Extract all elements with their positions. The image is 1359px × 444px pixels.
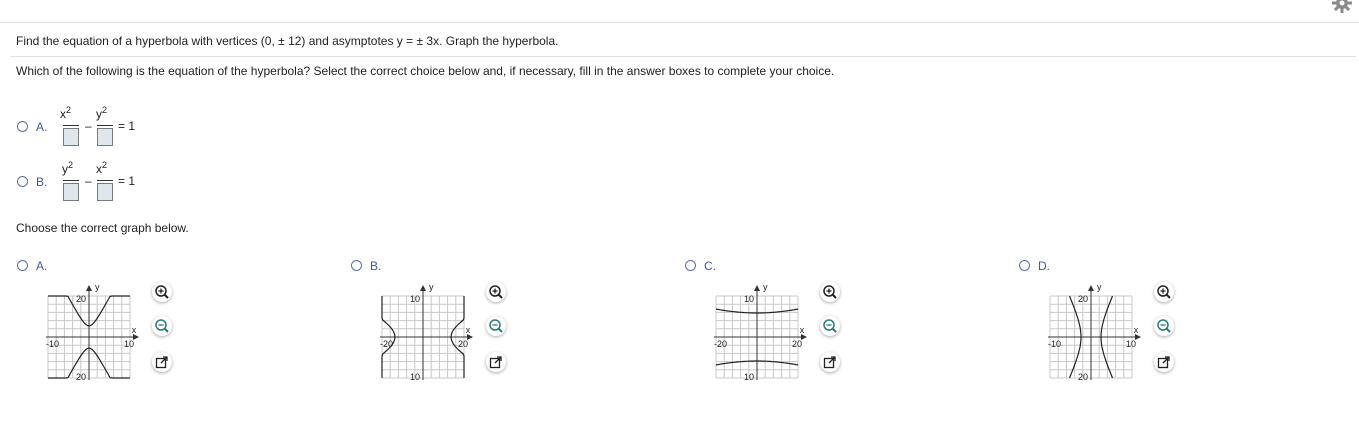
equation-choice-a-fraction-2: y2 bbox=[96, 104, 107, 121]
equals-one: = 1 bbox=[118, 119, 136, 133]
equation-choice-a-radio[interactable] bbox=[17, 121, 28, 132]
x-min-label: -10 bbox=[1048, 339, 1061, 349]
exponent: 2 bbox=[102, 105, 108, 115]
graph-choice-a-letter: A. bbox=[36, 259, 48, 273]
y-min-label: 20 bbox=[76, 372, 86, 382]
exponent: 2 bbox=[68, 160, 74, 170]
graph-choice-a-plot[interactable]: 20 20 -10 10 x y bbox=[40, 284, 152, 390]
expand-icon[interactable] bbox=[820, 352, 840, 372]
zoom-out-icon[interactable] bbox=[820, 316, 840, 336]
zoom-out-icon[interactable] bbox=[152, 316, 172, 336]
x-min-label: -20 bbox=[380, 339, 393, 349]
minus-sign: – bbox=[85, 174, 92, 188]
answer-box-b1[interactable] bbox=[63, 183, 79, 201]
y-min-label: 10 bbox=[744, 372, 754, 382]
x-min-label: -10 bbox=[46, 339, 59, 349]
question-divider bbox=[10, 56, 1356, 57]
graph-prompt: Choose the correct graph below. bbox=[16, 221, 189, 235]
y-min-label: 10 bbox=[410, 372, 420, 382]
answer-box-a1[interactable] bbox=[63, 128, 79, 146]
x-max-label: 10 bbox=[1126, 339, 1136, 349]
x-min-label: -20 bbox=[714, 339, 727, 349]
x-axis-label: x bbox=[800, 325, 805, 335]
x-max-label: 20 bbox=[458, 339, 468, 349]
x-max-label: 10 bbox=[124, 339, 134, 349]
graph-choice-d-letter: D. bbox=[1038, 259, 1050, 273]
graph-choice-c-radio[interactable] bbox=[685, 260, 696, 271]
settings-gear-icon[interactable] bbox=[1331, 0, 1353, 14]
fraction-bar bbox=[97, 125, 113, 126]
expand-icon[interactable] bbox=[152, 352, 172, 372]
y-min-label: 20 bbox=[1078, 372, 1088, 382]
x-axis-label: x bbox=[1134, 325, 1139, 335]
x-axis-label: x bbox=[132, 325, 137, 335]
y-max-label: 10 bbox=[744, 294, 754, 304]
minus-sign: – bbox=[85, 119, 92, 133]
zoom-out-icon[interactable] bbox=[486, 316, 506, 336]
zoom-in-icon[interactable] bbox=[820, 282, 840, 302]
question-text: Find the equation of a hyperbola with ve… bbox=[16, 34, 559, 48]
fraction-bar bbox=[97, 180, 113, 181]
y-axis-label: y bbox=[95, 284, 100, 292]
x-axis-label: x bbox=[466, 325, 471, 335]
exponent: 2 bbox=[102, 160, 108, 170]
fraction-bar bbox=[63, 180, 79, 181]
y-max-label: 10 bbox=[410, 294, 420, 304]
expand-icon[interactable] bbox=[1154, 352, 1174, 372]
graph-choice-b-letter: B. bbox=[370, 259, 382, 273]
zoom-in-icon[interactable] bbox=[1154, 282, 1174, 302]
y-max-label: 20 bbox=[1078, 294, 1088, 304]
y-axis-label: y bbox=[1097, 284, 1102, 292]
y-axis-label: y bbox=[763, 284, 768, 292]
y-axis-label: y bbox=[429, 284, 434, 292]
answer-box-a2[interactable] bbox=[97, 128, 113, 146]
exponent: 2 bbox=[66, 105, 72, 115]
equation-prompt: Which of the following is the equation o… bbox=[16, 64, 835, 78]
top-divider bbox=[0, 22, 1359, 23]
equation-choice-b-fraction-1: y2 bbox=[62, 159, 73, 176]
answer-box-b2[interactable] bbox=[97, 183, 113, 201]
zoom-in-icon[interactable] bbox=[486, 282, 506, 302]
graph-choice-c-letter: C. bbox=[704, 259, 716, 273]
graph-choice-d-plot[interactable]: 20 20 -10 10 x y bbox=[1042, 284, 1154, 390]
graph-choice-b-plot[interactable]: 10 10 -20 20 x y bbox=[374, 284, 486, 390]
equation-choice-a-fraction-1: x2 bbox=[60, 104, 71, 121]
equals-one: = 1 bbox=[118, 174, 136, 188]
expand-icon[interactable] bbox=[486, 352, 506, 372]
equation-choice-a-letter: A. bbox=[36, 120, 48, 134]
equation-choice-b-letter: B. bbox=[36, 175, 48, 189]
graph-choice-b-radio[interactable] bbox=[351, 260, 362, 271]
equation-choice-b-fraction-2: x2 bbox=[96, 159, 107, 176]
zoom-out-icon[interactable] bbox=[1154, 316, 1174, 336]
x-max-label: 20 bbox=[792, 339, 802, 349]
zoom-in-icon[interactable] bbox=[152, 282, 172, 302]
equation-choice-b-radio[interactable] bbox=[17, 176, 28, 187]
graph-choice-d-radio[interactable] bbox=[1019, 260, 1030, 271]
graph-choice-c-plot[interactable]: 10 10 -20 20 x y bbox=[708, 284, 820, 390]
fraction-bar bbox=[63, 125, 79, 126]
graph-choice-a-radio[interactable] bbox=[17, 260, 28, 271]
y-max-label: 20 bbox=[76, 294, 86, 304]
